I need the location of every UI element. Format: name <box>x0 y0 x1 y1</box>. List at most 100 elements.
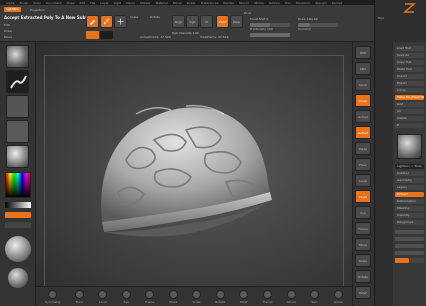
zcut-label[interactable]: Zcut <box>244 11 251 15</box>
palette-slider-3[interactable] <box>395 244 424 248</box>
move-right-button[interactable]: Move <box>355 238 371 251</box>
menu-item-stencil[interactable]: Stencil <box>239 1 249 5</box>
solo-button[interactable]: Solo <box>310 290 320 304</box>
menu-item-alpha[interactable]: Alpha <box>6 1 15 5</box>
polygroups-section[interactable]: Polygroups <box>395 220 424 225</box>
load-tool-button[interactable]: Load Tool <box>395 46 424 51</box>
deformation-section[interactable]: Deformation <box>395 199 424 204</box>
tool-thumbnail[interactable] <box>397 134 422 159</box>
spix-button[interactable]: SPix <box>355 62 371 75</box>
xpose-button[interactable]: Xpose <box>334 290 343 304</box>
menu-item-marker[interactable]: Marker <box>140 1 150 5</box>
actual-button[interactable]: Actual <box>355 110 371 123</box>
menu-item-file[interactable]: File <box>90 1 95 5</box>
goz-button[interactable]: GoZ <box>395 102 424 107</box>
extract-button-small[interactable] <box>410 258 424 263</box>
lightbox-tools-button[interactable]: Lightbox > Tools <box>395 164 424 169</box>
local-right-button[interactable]: Local <box>355 174 371 187</box>
menu-item-texture[interactable]: Texture <box>269 1 280 5</box>
zoom-button[interactable]: Zoom <box>355 94 371 107</box>
edit-mode-button[interactable] <box>86 15 99 28</box>
frame-button[interactable]: Frame <box>145 290 154 304</box>
intensity-slider[interactable] <box>250 33 290 37</box>
xyz-right-button[interactable]: Xyz <box>355 206 371 219</box>
visibility-section[interactable]: Visibility <box>395 213 424 218</box>
r-button[interactable]: R <box>395 123 424 128</box>
menu-item-picker[interactable]: Picker <box>187 1 196 5</box>
symmetry-button[interactable]: Symmetry <box>45 290 61 304</box>
all-button[interactable]: All <box>395 109 424 114</box>
draw-mode-button[interactable] <box>100 15 113 28</box>
move-button[interactable]: Move <box>168 290 178 304</box>
texture-thumb[interactable] <box>6 120 29 143</box>
clone-button[interactable]: Clone <box>395 88 424 93</box>
scale-right-button[interactable]: Scale <box>355 254 371 267</box>
rotate-button[interactable]: Rotate <box>215 290 225 304</box>
frame-right-button[interactable]: Frame <box>355 222 371 235</box>
menu-item-macro[interactable]: Macro <box>126 1 135 5</box>
menu-item-brush[interactable]: Brush <box>20 1 29 5</box>
menu-item-transform[interactable]: Transform <box>296 1 311 5</box>
material-sphere[interactable] <box>5 236 31 262</box>
menu-item-document[interactable]: Document <box>46 1 62 5</box>
menu-item-material[interactable]: Material <box>156 1 168 5</box>
rgb-button[interactable]: Rgb <box>186 15 199 28</box>
subtool-section[interactable]: SubTool <box>395 171 424 176</box>
ghost-button[interactable]: Ghost <box>286 290 296 304</box>
lightbox-button[interactable]: LightBox <box>4 7 22 12</box>
scroll-button[interactable]: Scroll <box>355 78 371 91</box>
menu-item-light[interactable]: Light <box>114 1 122 5</box>
lsym-button[interactable]: LSym <box>355 190 371 203</box>
save-as-button[interactable]: Save As <box>395 53 424 58</box>
layers-section[interactable]: Layers <box>395 185 424 190</box>
alternate-button[interactable] <box>5 222 31 228</box>
floor-right-button[interactable]: Floor <box>355 158 371 171</box>
scale-button[interactable]: Scale <box>191 290 201 304</box>
menu-item-zscript[interactable]: Zscript <box>332 1 342 5</box>
import-button[interactable]: Import <box>395 74 424 79</box>
scale-mode-label[interactable]: Scale <box>130 15 138 19</box>
move-mode-button[interactable] <box>114 15 127 28</box>
menu-item-preferences[interactable]: Preferences <box>201 1 219 5</box>
menu-item-render[interactable]: Render <box>223 1 234 5</box>
menu-item-tool[interactable]: Tool <box>285 1 291 5</box>
menu-item-zplugin[interactable]: Zplugin <box>315 1 326 5</box>
dynamic-label[interactable]: Dynamic <box>298 27 311 31</box>
transp-button[interactable]: Transp <box>263 290 273 304</box>
alpha-thumb[interactable] <box>6 95 29 118</box>
export-button[interactable]: Export <box>395 81 424 86</box>
menu-item-layer[interactable]: Layer <box>100 1 108 5</box>
visible-button[interactable]: Visible <box>395 116 424 121</box>
color-picker[interactable] <box>5 172 31 198</box>
menu-item-draw[interactable]: Draw <box>67 1 75 5</box>
menu-item-edit[interactable]: Edit <box>79 1 85 5</box>
palette-slider-2[interactable] <box>395 237 424 241</box>
sphere-icon[interactable] <box>8 268 28 288</box>
xyz-button[interactable]: Xyz <box>121 290 131 304</box>
palette-slider-4[interactable] <box>395 251 424 255</box>
geometry-section[interactable]: Geometry <box>395 178 424 183</box>
zadd-button[interactable]: Zadd <box>216 15 229 28</box>
extract-section[interactable]: Extract <box>395 192 424 197</box>
mrgb-button[interactable]: Mrgb <box>172 15 185 28</box>
gradient-bar[interactable] <box>5 202 31 208</box>
menu-item-stroke[interactable]: Stroke <box>254 1 264 5</box>
dark-swatch[interactable] <box>100 31 113 39</box>
paste-tool-button[interactable]: Paste Tool <box>395 67 424 72</box>
polyf-right-button[interactable]: PolyF <box>355 286 371 299</box>
palette-slider-1[interactable] <box>395 230 424 234</box>
accept-button-small[interactable] <box>395 258 409 263</box>
brush-thumb[interactable] <box>6 45 29 68</box>
local-button[interactable]: Local <box>98 290 108 304</box>
material-thumb[interactable] <box>6 145 29 168</box>
aahalf-button[interactable]: AAHalf <box>355 126 371 139</box>
masking-section[interactable]: Masking <box>395 206 424 211</box>
zsub-button[interactable]: Zsub <box>230 15 243 28</box>
polyf-button[interactable]: PolyF <box>239 290 249 304</box>
persp-button[interactable]: Persp <box>355 142 371 155</box>
stroke-thumb[interactable] <box>6 70 29 93</box>
menu-item-movie[interactable]: Movie <box>173 1 182 5</box>
accent-swatch[interactable] <box>86 31 99 39</box>
m-button[interactable]: M <box>200 15 213 28</box>
floor-button[interactable]: Floor <box>75 290 85 304</box>
